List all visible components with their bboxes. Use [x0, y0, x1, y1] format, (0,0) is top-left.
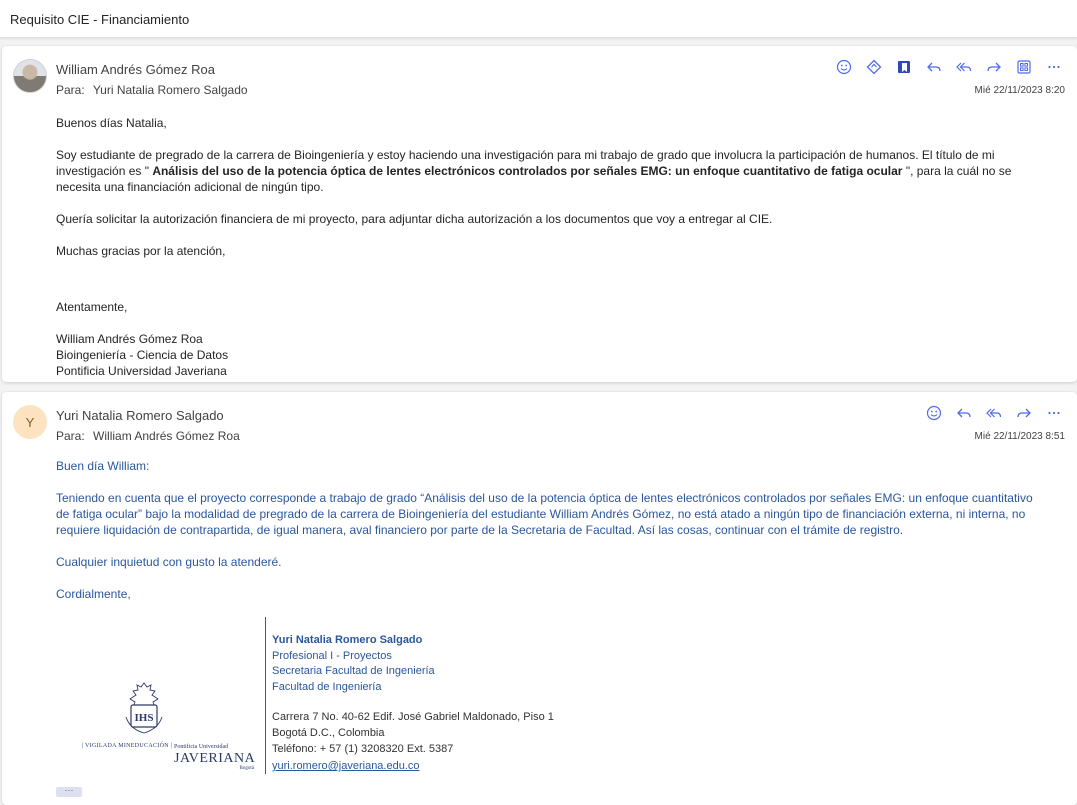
signature: William Andrés Gómez Roa Bioingeniería -…: [56, 331, 1037, 379]
bookmark-icon: [898, 61, 910, 73]
logo-monogram: IHS: [135, 712, 154, 724]
reply-button[interactable]: [919, 58, 949, 76]
message-actions: [829, 58, 1069, 76]
signature-title: Profesional I - Proyectos: [272, 649, 392, 662]
signature-block: IHS Pontificia Universidad JAVERIANA Bog…: [56, 617, 576, 777]
signature-program: Bioingeniería - Ciencia de Datos: [56, 348, 229, 362]
body-paragraph: Muchas gracias por la atención,: [56, 244, 226, 258]
subject-bar: Requisito CIE - Financiamiento: [0, 0, 1077, 38]
logo-line3: Bogotá: [239, 766, 254, 771]
loop-icon: [866, 59, 882, 75]
reply-all-button[interactable]: [979, 404, 1009, 422]
forward-button[interactable]: [1009, 404, 1039, 422]
body-paragraph: Soy estudiante de pregrado de la carrera…: [56, 147, 1037, 195]
forward-icon: [987, 62, 1001, 72]
signature-dept: Secretaria Facultad de Ingeniería: [272, 665, 435, 678]
apps-icon: [1017, 60, 1031, 74]
loop-button[interactable]: [859, 58, 889, 76]
reply-all-button[interactable]: [949, 58, 979, 76]
emoji-reaction-button[interactable]: [919, 404, 949, 422]
reply-all-icon: [956, 62, 972, 72]
closing: Atentamente,: [56, 300, 128, 314]
forward-icon: [1017, 408, 1031, 418]
message-date: Mié 22/11/2023 8:20: [974, 85, 1065, 96]
signature-email-link[interactable]: yuri.romero@javeriana.edu.co: [272, 759, 420, 775]
reply-icon: [957, 408, 971, 418]
to-label: Para:: [56, 83, 85, 97]
signature-name: William Andrés Gómez Roa: [56, 332, 203, 346]
show-trimmed-content-button[interactable]: ···: [56, 786, 82, 797]
emoji-icon: [926, 405, 942, 421]
sender-name[interactable]: Yuri Natalia Romero Salgado: [56, 408, 224, 423]
message-body: Buen día William: Teniendo en cuenta que…: [56, 458, 1037, 618]
signature-info: Yuri Natalia Romero Salgado Profesional …: [272, 633, 554, 775]
signature-university: Pontificia Universidad Javeriana: [56, 364, 227, 378]
signature-phone: Teléfono: + 57 (1) 3208320 Ext. 5387: [272, 742, 454, 755]
message-body: Buenos días Natalia, Soy estudiante de p…: [56, 115, 1037, 379]
more-icon: [1048, 65, 1060, 69]
signature-divider: [265, 617, 266, 774]
reply-icon: [927, 62, 941, 72]
reply-button[interactable]: [949, 404, 979, 422]
vigilada-text: | VIGILADA MINEDUCACIÓN |: [81, 743, 173, 749]
message-card[interactable]: Y Yuri Natalia Romero Salgado Para: Will…: [2, 392, 1077, 805]
body-paragraph: Cualquier inquietud con gusto la atender…: [56, 555, 282, 569]
more-actions-button[interactable]: [1039, 404, 1069, 422]
thesis-title: Análisis del uso de la potencia óptica d…: [152, 164, 903, 178]
closing: Cordialmente,: [56, 587, 131, 601]
greeting: Buenos días Natalia,: [56, 116, 167, 130]
recipient-name[interactable]: Yuri Natalia Romero Salgado: [93, 83, 248, 97]
recipient-line: Para: William Andrés Gómez Roa: [56, 429, 240, 443]
apps-button[interactable]: [1009, 58, 1039, 76]
sender-avatar[interactable]: [13, 59, 47, 93]
greeting: Buen día William:: [56, 459, 150, 473]
message-date: Mié 22/11/2023 8:51: [974, 431, 1065, 442]
signature-city: Bogotá D.C., Colombia: [272, 726, 385, 739]
message-actions: [919, 404, 1069, 422]
body-paragraph: Quería solicitar la autorización financi…: [56, 212, 773, 226]
signature-name: Yuri Natalia Romero Salgado: [272, 634, 423, 646]
sender-name[interactable]: William Andrés Gómez Roa: [56, 62, 215, 77]
signature-address: Carrera 7 No. 40-62 Edif. José Gabriel M…: [272, 711, 554, 724]
emoji-reaction-button[interactable]: [829, 58, 859, 76]
body-paragraph: Teniendo en cuenta que el proyecto corre…: [56, 491, 1033, 537]
email-subject: Requisito CIE - Financiamiento: [10, 12, 190, 27]
recipient-line: Para: Yuri Natalia Romero Salgado: [56, 83, 248, 97]
emoji-icon: [836, 59, 852, 75]
bookmark-button[interactable]: [889, 58, 919, 76]
reply-all-icon: [986, 408, 1002, 418]
sender-avatar[interactable]: Y: [13, 405, 47, 439]
forward-button[interactable]: [979, 58, 1009, 76]
signature-faculty: Facultad de Ingeniería: [272, 680, 382, 693]
recipient-name[interactable]: William Andrés Gómez Roa: [93, 429, 240, 443]
university-crest-icon: IHS: [125, 682, 163, 734]
to-label: Para:: [56, 429, 85, 443]
message-card[interactable]: William Andrés Gómez Roa Para: Yuri Nata…: [2, 46, 1077, 382]
more-icon: [1048, 411, 1060, 415]
more-actions-button[interactable]: [1039, 58, 1069, 76]
logo-line2: JAVERIANA: [174, 751, 256, 766]
